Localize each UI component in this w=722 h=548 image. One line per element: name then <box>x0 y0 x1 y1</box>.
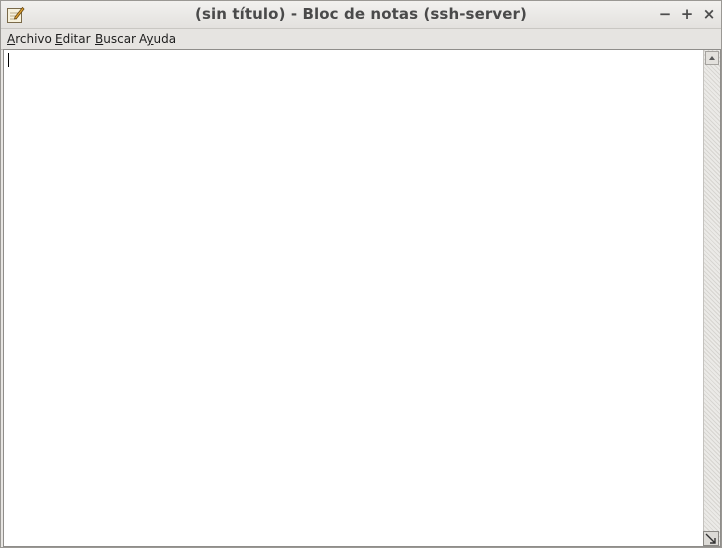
vertical-scrollbar[interactable] <box>703 50 720 546</box>
title-bar[interactable]: (sin título) - Bloc de notas (ssh-server… <box>1 1 721 29</box>
close-button[interactable]: × <box>700 5 718 23</box>
minimize-button[interactable]: − <box>656 5 674 23</box>
text-area[interactable] <box>4 50 703 546</box>
menu-archivo[interactable]: Archivo <box>7 32 52 46</box>
menu-buscar[interactable]: Buscar <box>95 32 136 46</box>
notepad-window: (sin título) - Bloc de notas (ssh-server… <box>0 0 722 548</box>
resize-grip-icon[interactable] <box>703 531 719 546</box>
text-caret <box>8 53 9 67</box>
menu-editar[interactable]: Editar <box>55 32 91 46</box>
editor-frame <box>3 49 721 547</box>
window-title: (sin título) - Bloc de notas (ssh-server… <box>195 5 527 23</box>
maximize-button[interactable]: + <box>678 5 696 23</box>
scroll-up-arrow-icon[interactable] <box>705 51 719 65</box>
menu-ayuda[interactable]: Ayuda <box>139 32 176 46</box>
menu-bar: Archivo Editar Buscar Ayuda <box>1 29 721 50</box>
